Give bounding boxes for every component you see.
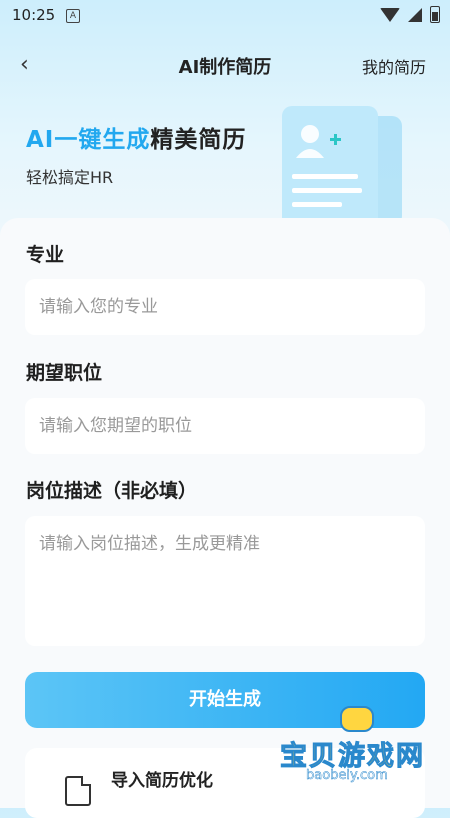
signal-icon <box>408 7 422 22</box>
notification-icon: A <box>66 9 80 23</box>
system-icons <box>380 6 440 23</box>
hero-subtitle: 轻松搞定HR <box>26 168 114 187</box>
my-resume-link[interactable]: 我的简历 <box>362 54 426 78</box>
hero-title-highlight: AI一键生成 <box>26 127 151 153</box>
major-input[interactable]: 请输入您的专业 <box>25 279 425 335</box>
status-bar: 10:25 A <box>0 0 450 32</box>
document-import-icon <box>65 776 91 806</box>
description-label: 岗位描述（非必填） <box>26 480 198 502</box>
watermark-url: baobeiy.com <box>306 768 388 784</box>
description-textarea[interactable]: 请输入岗位描述，生成更精准 <box>25 516 425 646</box>
major-label: 专业 <box>26 244 65 266</box>
gamepad-icon <box>340 706 374 732</box>
watermark: 宝贝游戏网 baobeiy.com <box>280 706 440 786</box>
top-nav: ‹ AI制作简历 我的简历 <box>0 40 450 88</box>
wifi-icon <box>380 7 400 22</box>
hero-title-rest: 精美简历 <box>150 127 247 153</box>
hero-title: AI一键生成精美简历 <box>26 120 246 154</box>
battery-icon <box>430 6 440 23</box>
status-time: 10:25 <box>12 6 56 24</box>
position-label: 期望职位 <box>26 362 103 384</box>
position-input[interactable]: 请输入您期望的职位 <box>25 398 425 454</box>
import-resume-label: 导入简历优化 <box>111 771 213 791</box>
